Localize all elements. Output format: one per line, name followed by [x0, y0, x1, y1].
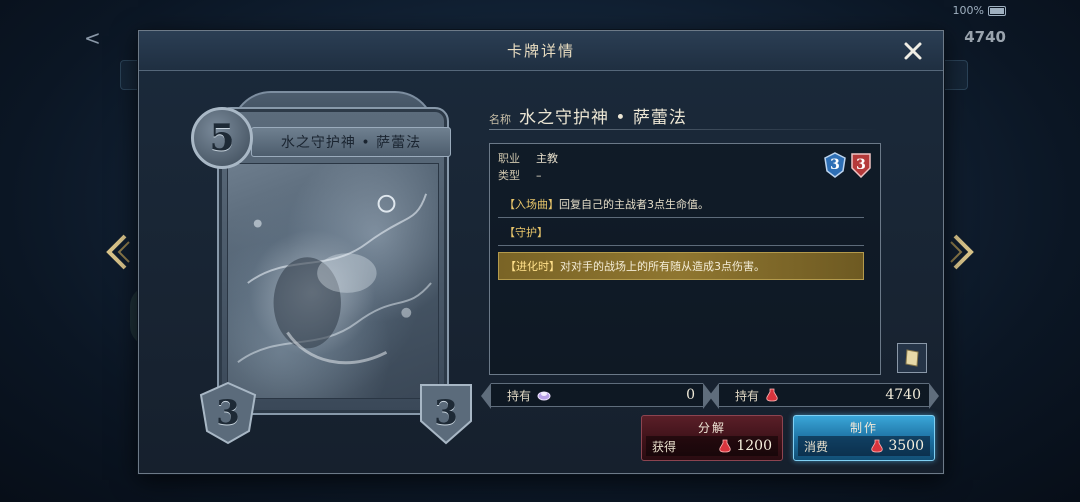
card-artwork [227, 163, 439, 399]
cost-gem: 5 [191, 107, 253, 169]
craft-title: 制作 [849, 421, 878, 435]
red-ether-icon [870, 439, 884, 453]
class-value: 主教 [536, 152, 558, 165]
chevron-right-icon [950, 234, 974, 270]
card-info-panel: 职业 主教 类型 – 3 3 【入场曲】回复自己的主战者3点生命值。 【守护】 … [489, 143, 881, 375]
card-cost: 5 [209, 117, 235, 159]
owned-label: 持有 [507, 388, 532, 403]
craft-value: 3500 [888, 438, 924, 454]
craft-button[interactable]: 制作 消费 3500 [793, 415, 935, 461]
ability-ward: 【守护】 [498, 220, 864, 246]
battery-icon [988, 6, 1006, 16]
card-preview: 水之守护神 • 萨蕾法 5 3 3 [191, 91, 475, 445]
close-icon [904, 42, 922, 60]
disenchant-reward: 获得 1200 [646, 436, 778, 456]
card-name-row: 名称 水之守护神 • 萨蕾法 [489, 103, 687, 128]
red-ether-icon [718, 439, 732, 453]
badge-defense-value: 3 [856, 157, 866, 173]
ability-tag: 【入场曲】 [504, 198, 559, 211]
defense-badge: 3 [850, 152, 872, 178]
ability-text: 回复自己的主战者3点生命值。 [559, 198, 709, 211]
type-value: – [536, 169, 542, 182]
background-currency-value: 4740 [964, 28, 1006, 46]
disenchant-sub-label: 获得 [652, 439, 677, 454]
attack-stat: 3 [199, 381, 257, 445]
craft-cost: 消费 3500 [798, 436, 930, 456]
stat-badges: 3 3 [824, 152, 872, 178]
disenchant-button[interactable]: 分解 获得 1200 [641, 415, 783, 461]
attack-badge: 3 [824, 152, 846, 178]
card-name-plate: 水之守护神 • 萨蕾法 [251, 127, 451, 157]
name-divider [489, 129, 879, 130]
vials-owned-value: 4740 [885, 387, 921, 403]
battery-percent: 100% [952, 4, 984, 17]
disenchant-value: 1200 [736, 438, 772, 454]
card-artwork-illustration [237, 193, 432, 365]
badge-attack-value: 3 [830, 157, 840, 173]
ability-evolve: 【进化时】 对对手的战场上的所有随从造成3点伤害。 [498, 252, 864, 280]
close-button[interactable] [901, 39, 925, 63]
ability-fanfare: 【入场曲】回复自己的主战者3点生命值。 [498, 192, 864, 218]
card-defense: 3 [434, 393, 458, 433]
scroll-icon [905, 349, 919, 367]
name-value: 水之守护神 • 萨蕾法 [519, 108, 687, 128]
card-detail-button[interactable] [897, 343, 927, 373]
red-ether-icon [765, 388, 779, 402]
disenchant-title: 分解 [697, 421, 726, 435]
defense-stat: 3 [417, 381, 475, 445]
card-detail-dialog: 卡牌详情 水之守护神 • 萨蕾法 5 3 3 名称 水之守护神 • 萨蕾法 职业… [138, 30, 944, 474]
owned-count-value: 0 [686, 387, 695, 403]
class-label: 职业 [498, 152, 520, 165]
card-pack-icon [537, 388, 551, 402]
dialog-title: 卡牌详情 [506, 42, 575, 60]
card-attack: 3 [216, 393, 240, 433]
next-card-button[interactable] [944, 232, 980, 272]
craft-sub-label: 消费 [804, 439, 829, 454]
ability-text: 对对手的战场上的所有随从造成3点伤害。 [560, 260, 765, 273]
ability-tag: 【进化时】 [505, 260, 560, 273]
dialog-header: 卡牌详情 [139, 31, 943, 71]
previous-card-button[interactable] [100, 232, 136, 272]
card-meta: 职业 主教 类型 – [498, 150, 558, 184]
vials-label: 持有 [735, 388, 760, 403]
card-name-text: 水之守护神 • 萨蕾法 [280, 135, 422, 151]
background-back-icon: < [84, 26, 101, 50]
name-label: 名称 [489, 113, 511, 126]
ability-tag: 【守护】 [504, 226, 548, 239]
owned-count-box: 持有 0 [481, 383, 713, 409]
chevron-left-icon [106, 234, 130, 270]
vials-owned-box: 持有 4740 [709, 383, 939, 409]
type-label: 类型 [498, 169, 520, 182]
